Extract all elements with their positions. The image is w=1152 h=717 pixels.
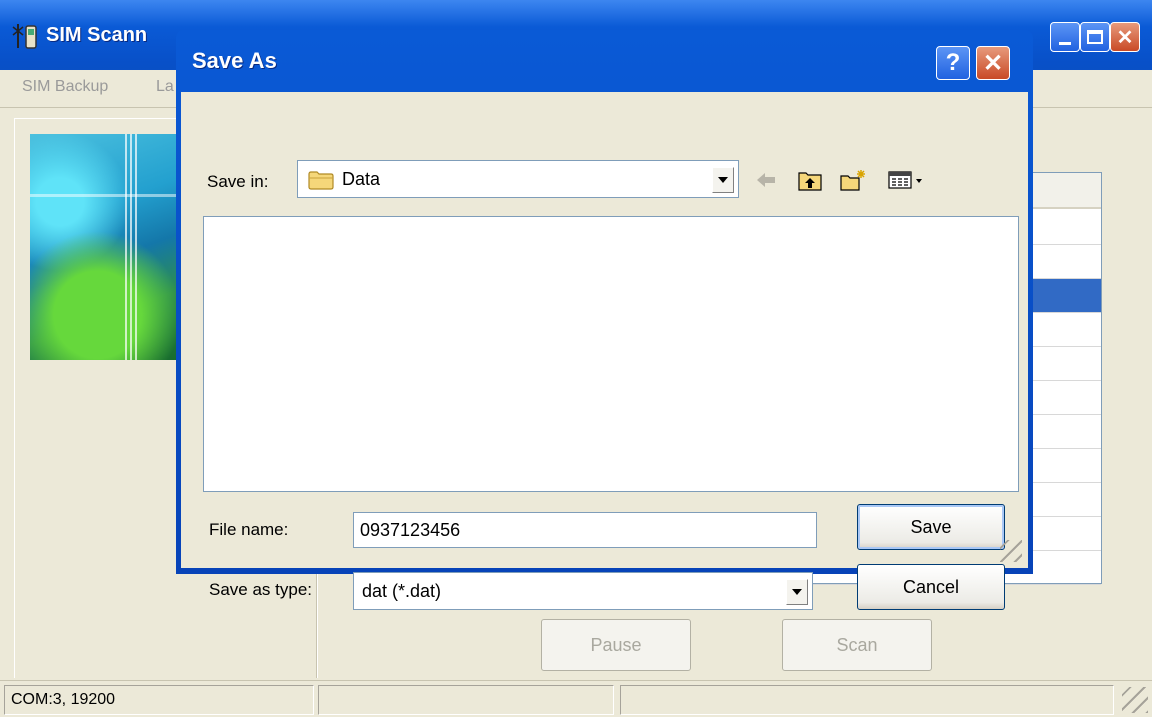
- size-grip-icon[interactable]: [1122, 687, 1148, 713]
- save-in-value: Data: [342, 169, 381, 189]
- help-icon: ?: [945, 49, 961, 76]
- pause-button[interactable]: Pause: [541, 619, 691, 671]
- dialog-title: Save As: [192, 48, 277, 73]
- save-as-type-dropdown[interactable]: dat (*.dat): [353, 572, 813, 610]
- banner-image: [30, 134, 180, 360]
- save-button[interactable]: Save: [857, 504, 1005, 550]
- status-pane: [318, 685, 614, 715]
- dialog-body: Save in: Data File name: 0937123456 Save…: [181, 92, 1028, 610]
- new-folder-icon[interactable]: [839, 168, 867, 192]
- app-title: SIM Scann: [46, 24, 148, 46]
- save-as-type-label: Save as type:: [209, 580, 313, 599]
- save-as-dialog: Save As ? ✕ Save in: Data File name: 093…: [176, 30, 1033, 610]
- save-in-label: Save in:: [207, 172, 269, 191]
- maximize-icon: [1081, 23, 1109, 51]
- dialog-title-bar[interactable]: Save As ? ✕: [176, 30, 1033, 92]
- status-pane: [620, 685, 1114, 715]
- save-as-type-value: dat (*.dat): [362, 581, 442, 601]
- folder-icon: [308, 171, 334, 190]
- up-folder-icon[interactable]: [797, 168, 823, 192]
- size-grip-icon[interactable]: [1000, 540, 1022, 562]
- app-icon: [12, 24, 37, 49]
- close-icon: ✕: [1116, 26, 1134, 49]
- scan-button[interactable]: Scan: [782, 619, 932, 671]
- back-arrow-icon[interactable]: [755, 168, 777, 192]
- save-in-dropdown[interactable]: Data: [297, 160, 739, 198]
- chevron-down-icon[interactable]: [786, 579, 808, 605]
- menu-language[interactable]: La: [156, 78, 174, 96]
- dialog-close-button[interactable]: ✕: [976, 46, 1010, 80]
- file-name-label: File name:: [209, 520, 289, 539]
- menu-sim-backup[interactable]: SIM Backup: [22, 78, 108, 96]
- minimize-button[interactable]: [1050, 22, 1080, 52]
- maximize-button[interactable]: [1080, 22, 1110, 52]
- chevron-down-icon[interactable]: [712, 167, 734, 193]
- status-bar: COM:3, 19200: [0, 680, 1152, 717]
- close-icon: ✕: [982, 49, 1004, 77]
- status-port: COM:3, 19200: [4, 685, 314, 715]
- help-button[interactable]: ?: [936, 46, 970, 80]
- minimize-icon: [1051, 23, 1079, 51]
- file-list[interactable]: [203, 216, 1019, 492]
- views-menu-icon[interactable]: [887, 168, 925, 192]
- app-close-button[interactable]: ✕: [1110, 22, 1140, 52]
- cancel-button[interactable]: Cancel: [857, 564, 1005, 610]
- file-name-input[interactable]: [353, 512, 817, 548]
